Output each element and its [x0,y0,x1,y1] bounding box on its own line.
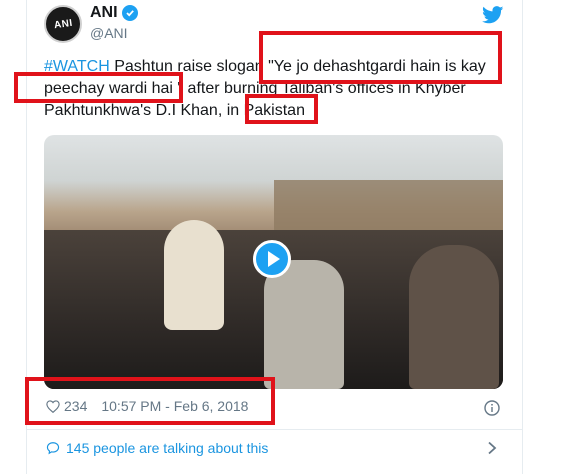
tweet-text: #WATCH Pashtun raise slogan "Ye jo dehas… [44,56,504,122]
conversation-link[interactable]: 145 people are talking about this [46,440,268,456]
tweet-quote-part1: "Ye jo dehashtgardi hain is kay [268,58,486,75]
tweet-timestamp[interactable]: 10:57 PM - Feb 6, 2018 [101,398,248,414]
chevron-right-icon[interactable] [486,441,498,455]
comment-bubble-icon [46,442,60,455]
conversation-text: 145 people are talking about this [66,440,269,456]
tweet-place: Pakistan [243,102,305,119]
tweet-text-line1: Pashtun raise slogan [109,58,269,75]
tweet-text-line3: Pakhtunkhwa's D.I Khan, in [44,102,244,119]
author-name-row[interactable]: ANI [90,4,138,22]
tweet-text-line2: after burning Taliban's offices in Khybe… [183,80,466,97]
video-person [264,260,344,389]
author-name[interactable]: ANI [90,4,118,22]
avatar-logo-text: ANI [52,17,74,31]
like-count: 234 [64,398,88,414]
twitter-bird-icon[interactable] [482,6,504,24]
tweet-quote-part2: peechay wardi hai " [44,80,184,97]
info-icon[interactable] [484,400,500,416]
verified-badge-icon [121,5,138,21]
divider [27,429,522,430]
hashtag-link[interactable]: #WATCH [44,58,110,75]
author-handle[interactable]: @ANI [90,25,128,41]
heart-icon [46,399,60,413]
play-icon [268,251,280,267]
avatar[interactable]: ANI [44,5,82,43]
like-button[interactable]: 234 [46,398,87,414]
play-button[interactable] [253,240,291,278]
video-person [164,220,224,330]
video-person [409,245,499,389]
tweet-meta-row: 234 10:57 PM - Feb 6, 2018 [46,398,248,414]
